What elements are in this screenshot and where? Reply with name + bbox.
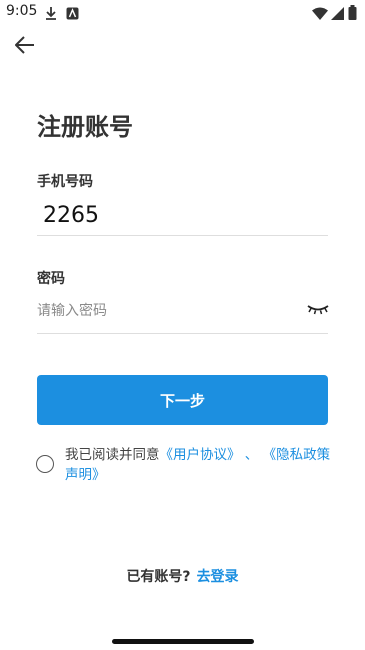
page-title: 注册账号 <box>37 113 133 141</box>
back-button[interactable] <box>12 32 38 58</box>
eye-closed-icon <box>307 305 329 315</box>
agreement-prefix: 我已阅读并同意 <box>65 447 160 463</box>
user-agreement-link[interactable]: 《用户协议》 <box>160 447 241 463</box>
login-prompt: 已有账号? 去登录 <box>0 566 365 586</box>
status-time: 9:05 <box>6 3 38 19</box>
arrow-left-icon <box>15 36 34 54</box>
agreement-text: 我已阅读并同意《用户协议》 、 《隐私政策声明》 <box>65 445 333 485</box>
wifi-icon <box>312 5 328 24</box>
phone-label: 手机号码 <box>37 174 93 190</box>
password-visibility-toggle[interactable] <box>306 301 330 317</box>
password-label: 密码 <box>37 271 65 287</box>
home-indicator[interactable] <box>112 639 254 644</box>
agreement-separator: 、 <box>244 447 259 463</box>
next-step-button[interactable]: 下一步 <box>37 375 328 425</box>
phone-input[interactable] <box>37 196 333 234</box>
status-bar: 9:05 <box>0 0 365 26</box>
battery-icon <box>348 5 357 24</box>
notification-app-icon <box>66 5 79 24</box>
go-login-link[interactable]: 去登录 <box>197 569 239 585</box>
password-input[interactable] <box>37 297 297 325</box>
login-prompt-text: 已有账号? <box>126 569 191 585</box>
password-divider <box>37 333 328 334</box>
agreement-radio[interactable] <box>36 455 54 473</box>
phone-divider <box>37 235 328 236</box>
signal-icon <box>331 5 344 24</box>
download-icon <box>45 5 57 24</box>
